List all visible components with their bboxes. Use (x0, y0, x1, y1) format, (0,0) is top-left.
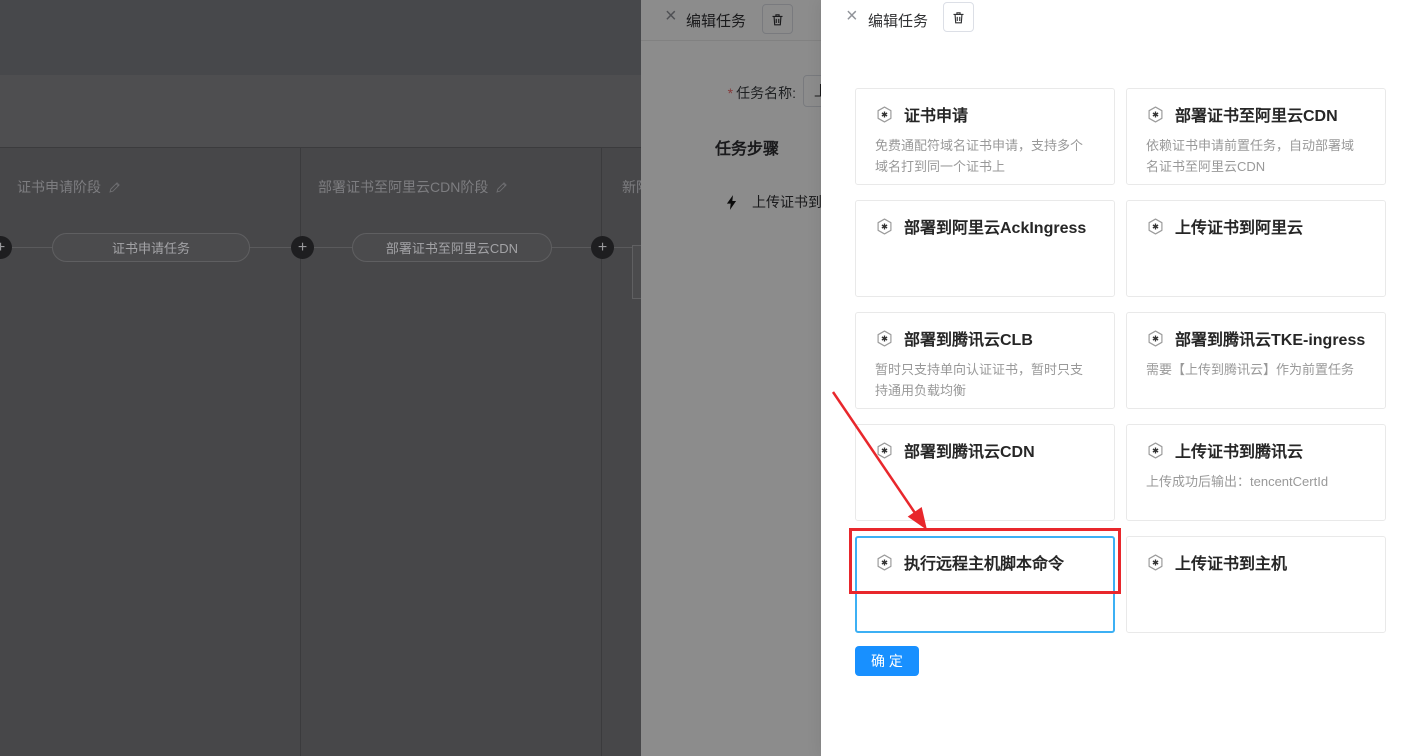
task-badge-icon (875, 441, 894, 460)
close-icon[interactable]: × (846, 6, 858, 26)
task-card[interactable]: 部署到腾讯云CLB 暂时只支持单向认证证书，暂时只支持通用负载均衡 (855, 312, 1115, 409)
task-node-label: 部署证书至阿里云CDN (386, 238, 518, 257)
edit-task-drawer: × 编辑任务 *任务名称: 任务步骤 上传证书到主机 (641, 0, 821, 756)
task-card-title-row: 上传证书到腾讯云 (1146, 438, 1366, 462)
task-card-title: 上传证书到阿里云 (1175, 214, 1303, 238)
task-card-title: 部署到腾讯云CLB (904, 326, 1033, 350)
task-card[interactable]: 上传证书到腾讯云 上传成功后输出：tencentCertId (1126, 424, 1386, 521)
task-card-title: 上传证书到腾讯云 (1175, 438, 1303, 462)
new-node-placeholder[interactable] (632, 245, 641, 299)
drawer-dim-overlay (641, 0, 821, 756)
task-card[interactable]: 证书申请 免费通配符域名证书申请，支持多个域名打到同一个证书上 (855, 88, 1115, 185)
task-card-title-row: 部署到腾讯云CDN (875, 438, 1095, 462)
task-badge-icon (1146, 105, 1165, 124)
task-card-grid: 证书申请 免费通配符域名证书申请，支持多个域名打到同一个证书上 部署证书至阿里云… (855, 88, 1386, 633)
task-card-desc: 依赖证书申请前置任务，自动部署域名证书至阿里云CDN (1146, 135, 1366, 177)
task-card-title-row: 部署到阿里云AckIngress (875, 214, 1095, 238)
add-task-button[interactable]: + (591, 236, 614, 259)
task-card[interactable]: 部署证书至阿里云CDN 依赖证书申请前置任务，自动部署域名证书至阿里云CDN (1126, 88, 1386, 185)
confirm-button[interactable]: 确 定 (855, 646, 919, 676)
task-card-title-row: 执行远程主机脚本命令 (875, 550, 1095, 574)
task-card-desc: 上传成功后输出：tencentCertId (1146, 471, 1366, 492)
stage-title-3[interactable]: 新阶段 (622, 177, 641, 197)
task-card-title-row: 上传证书到主机 (1146, 550, 1366, 574)
task-badge-icon (1146, 441, 1165, 460)
task-card[interactable]: 执行远程主机脚本命令 (855, 536, 1115, 633)
task-card[interactable]: 部署到腾讯云TKE-ingress 需要【上传到腾讯云】作为前置任务 (1126, 312, 1386, 409)
task-badge-icon (875, 553, 894, 572)
stage-title-text: 新阶段 (622, 177, 641, 197)
add-task-button[interactable]: + (0, 236, 12, 259)
stage-title-2[interactable]: 部署证书至阿里云CDN阶段 (318, 177, 508, 197)
task-card-title: 部署到腾讯云TKE-ingress (1175, 326, 1365, 350)
task-card-desc: 免费通配符域名证书申请，支持多个域名打到同一个证书上 (875, 135, 1095, 177)
edit-pencil-icon[interactable] (495, 181, 508, 194)
task-node-label: 证书申请任务 (112, 238, 190, 257)
task-card-title: 部署到阿里云AckIngress (904, 214, 1086, 238)
trash-icon (951, 10, 966, 25)
task-card-desc: 暂时只支持单向认证证书，暂时只支持通用负载均衡 (875, 359, 1095, 401)
task-card-title: 部署证书至阿里云CDN (1175, 102, 1338, 126)
stage-title-1[interactable]: 证书申请阶段 (17, 177, 121, 197)
task-card-desc: 需要【上传到腾讯云】作为前置任务 (1146, 359, 1366, 380)
task-node-deploy-cdn[interactable]: 部署证书至阿里云CDN (352, 233, 552, 262)
stage-area: 证书申请阶段 部署证书至阿里云CDN阶段 新阶段 证书申请任务 部署证书至阿里云… (0, 147, 641, 756)
task-type-picker-drawer: × 编辑任务 证书申请 免费通配符域名证书申请，支持多个域名打到同一个证书上 (821, 0, 1409, 756)
drawer-title: 编辑任务 (868, 10, 928, 31)
delete-task-button[interactable] (943, 2, 974, 32)
page-toolbar-bar (0, 75, 641, 147)
task-card-title: 部署到腾讯云CDN (904, 438, 1035, 462)
task-card[interactable]: 部署到腾讯云CDN (855, 424, 1115, 521)
plus-icon: + (298, 240, 307, 256)
plus-icon: + (598, 240, 607, 256)
page-header-bar (0, 0, 641, 75)
task-card-title-row: 上传证书到阿里云 (1146, 214, 1366, 238)
screen: 证书申请阶段 部署证书至阿里云CDN阶段 新阶段 证书申请任务 部署证书至阿里云… (0, 0, 1409, 756)
task-card-title: 执行远程主机脚本命令 (904, 550, 1064, 574)
task-badge-icon (1146, 217, 1165, 236)
plus-icon: + (0, 240, 5, 256)
task-card-title-row: 部署证书至阿里云CDN (1146, 102, 1366, 126)
edit-pencil-icon[interactable] (108, 181, 121, 194)
task-node-cert-apply[interactable]: 证书申请任务 (52, 233, 250, 262)
task-badge-icon (875, 105, 894, 124)
stage-title-text: 证书申请阶段 (17, 177, 101, 197)
pipeline-canvas: 证书申请阶段 部署证书至阿里云CDN阶段 新阶段 证书申请任务 部署证书至阿里云… (0, 0, 641, 756)
task-badge-icon (1146, 553, 1165, 572)
task-badge-icon (875, 217, 894, 236)
task-badge-icon (1146, 329, 1165, 348)
stage-title-text: 部署证书至阿里云CDN阶段 (318, 177, 488, 197)
task-card-title-row: 部署到腾讯云CLB (875, 326, 1095, 350)
task-card-title: 证书申请 (904, 102, 968, 126)
add-task-button[interactable]: + (291, 236, 314, 259)
task-card-title-row: 证书申请 (875, 102, 1095, 126)
task-card-title-row: 部署到腾讯云TKE-ingress (1146, 326, 1366, 350)
task-badge-icon (875, 329, 894, 348)
task-card[interactable]: 上传证书到阿里云 (1126, 200, 1386, 297)
task-card[interactable]: 上传证书到主机 (1126, 536, 1386, 633)
task-card-title: 上传证书到主机 (1175, 550, 1287, 574)
task-card[interactable]: 部署到阿里云AckIngress (855, 200, 1115, 297)
picker-drawer-header: × 编辑任务 (821, 0, 1409, 41)
